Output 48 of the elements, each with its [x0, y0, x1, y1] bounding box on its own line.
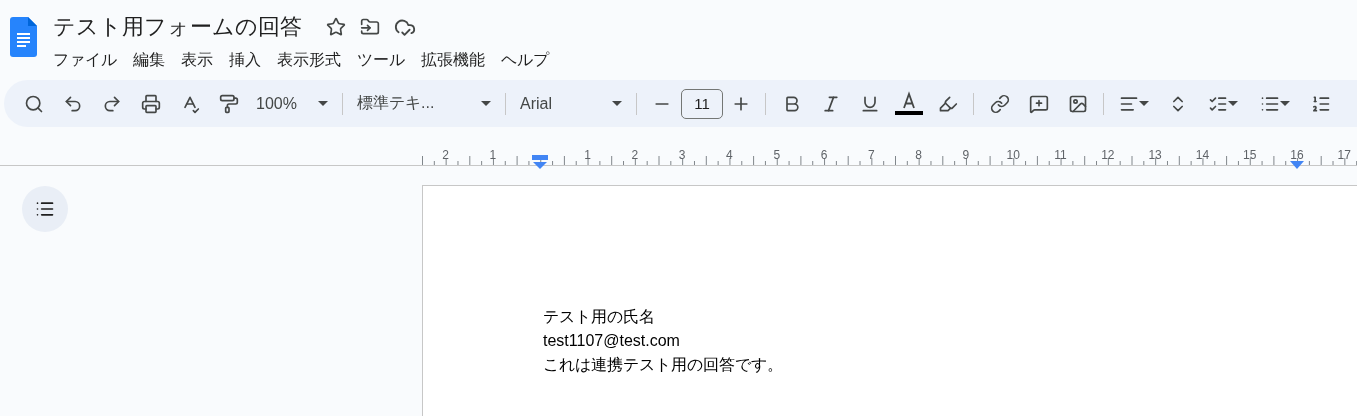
- style-dropdown[interactable]: 標準テキ...: [349, 88, 499, 119]
- font-size-field[interactable]: 11: [681, 88, 723, 119]
- ruler-number: 1: [489, 148, 497, 162]
- ruler-number: 12: [1101, 148, 1115, 162]
- ruler-number: 17: [1337, 148, 1351, 162]
- document-text-line: これは連携テスト用の回答です。: [543, 355, 784, 375]
- outline-list-icon: [35, 199, 55, 219]
- menu-item[interactable]: ヘルプ: [495, 48, 555, 73]
- menu-item[interactable]: ツール: [351, 48, 411, 73]
- menu-item[interactable]: 編集: [127, 48, 171, 73]
- document-text-line: テスト用の氏名: [543, 307, 656, 327]
- ruler-number: 2: [442, 148, 449, 162]
- dropdown-caret-icon: [612, 100, 622, 107]
- dropdown-caret-icon: [318, 100, 328, 107]
- ruler-number: 10: [1006, 148, 1020, 162]
- dropdown-caret-icon: [1280, 100, 1290, 107]
- menu-item[interactable]: 挿入: [223, 48, 267, 73]
- ruler-number: 14: [1195, 148, 1210, 162]
- ruler-number: 3: [678, 148, 686, 162]
- dropdown-caret-icon: [1228, 100, 1238, 107]
- ruler-number: 15: [1243, 148, 1257, 162]
- ruler-number: 4: [726, 148, 733, 162]
- menu-item[interactable]: ファイル: [47, 48, 123, 73]
- font-dropdown[interactable]: Arial: [512, 88, 630, 119]
- left-indent-marker-icon[interactable]: [532, 155, 549, 169]
- menu-item[interactable]: 拡張機能: [415, 48, 491, 73]
- ruler-number: 6: [820, 148, 828, 162]
- ruler-number: 8: [915, 148, 922, 162]
- ruler-number: 7: [867, 148, 875, 162]
- zoom-dropdown[interactable]: 100%: [248, 88, 336, 119]
- menu-item[interactable]: 表示形式: [271, 48, 347, 73]
- document-text-line: test1107@test.com: [543, 331, 681, 351]
- dropdown-caret-icon: [481, 100, 491, 107]
- ruler-number: 13: [1148, 148, 1162, 162]
- ruler-number: 16: [1290, 148, 1304, 162]
- ruler-number: 11: [1054, 148, 1067, 162]
- ruler-number: 9: [962, 148, 970, 162]
- right-indent-marker-icon[interactable]: [1290, 161, 1304, 169]
- move-folder-icon[interactable]: [360, 17, 380, 37]
- ruler-number: 2: [631, 148, 639, 162]
- ruler-number: 5: [773, 148, 781, 162]
- menu-item[interactable]: 表示: [175, 48, 219, 73]
- document-title[interactable]: テスト用フォームの回答: [53, 12, 302, 42]
- dropdown-caret-icon: [1139, 100, 1149, 107]
- star-icon[interactable]: [326, 17, 346, 37]
- ruler-number: 1: [584, 148, 591, 162]
- outline-button[interactable]: [22, 186, 68, 232]
- document-icon[interactable]: [10, 17, 37, 57]
